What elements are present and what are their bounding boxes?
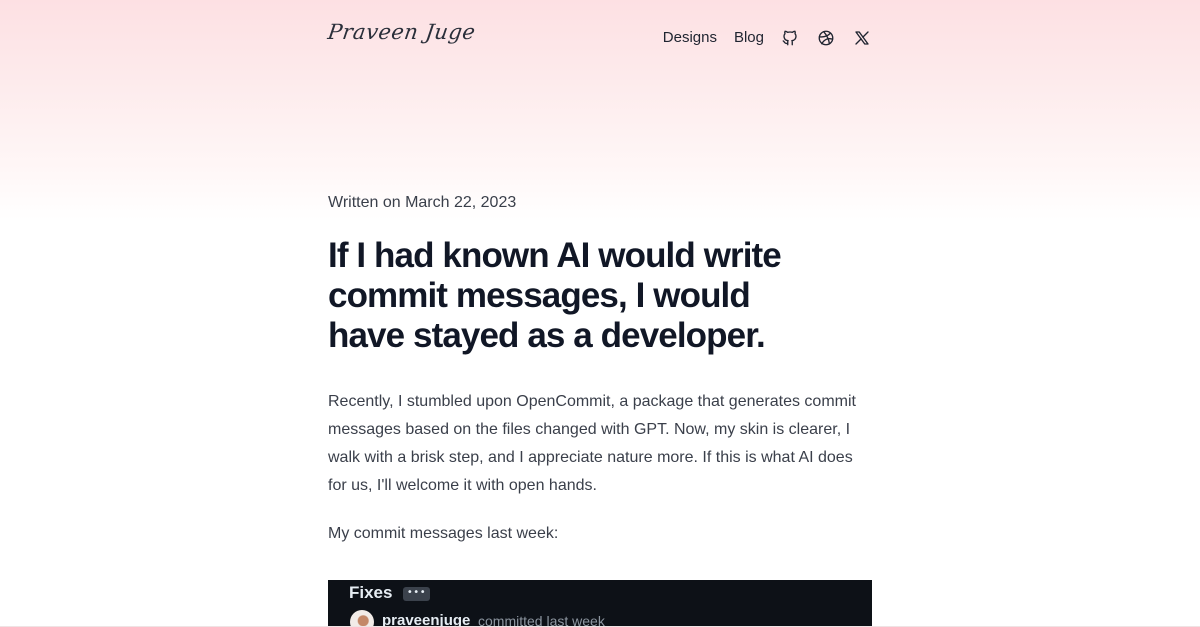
nav-blog-link[interactable]: Blog [734,26,764,50]
main-nav: Designs Blog [663,26,872,50]
article-paragraph-commits: My commit messages last week: [328,525,559,542]
commit-heading: Fixes [349,583,393,602]
article-title: If I had known AI would write commit mes… [328,236,782,355]
avatar [350,610,374,627]
x-icon[interactable] [852,28,872,48]
site-logo[interactable]: Praveen Juge [326,20,477,44]
site-header: Praveen Juge Designs Blog [326,18,872,58]
commit-author: praveenjuge [382,612,471,627]
commit-meta: committed last week [478,613,605,627]
nav-designs-link[interactable]: Designs [663,26,717,50]
ellipsis-icon: ••• [403,587,430,601]
dribbble-icon[interactable] [816,28,836,48]
article-date: Written on March 22, 2023 [328,194,517,211]
commit-screenshot: Fixes ••• praveenjuge committed last wee… [328,580,872,627]
github-icon[interactable] [780,28,800,48]
article-paragraph-intro: Recently, I stumbled upon OpenCommit, a … [328,393,856,494]
